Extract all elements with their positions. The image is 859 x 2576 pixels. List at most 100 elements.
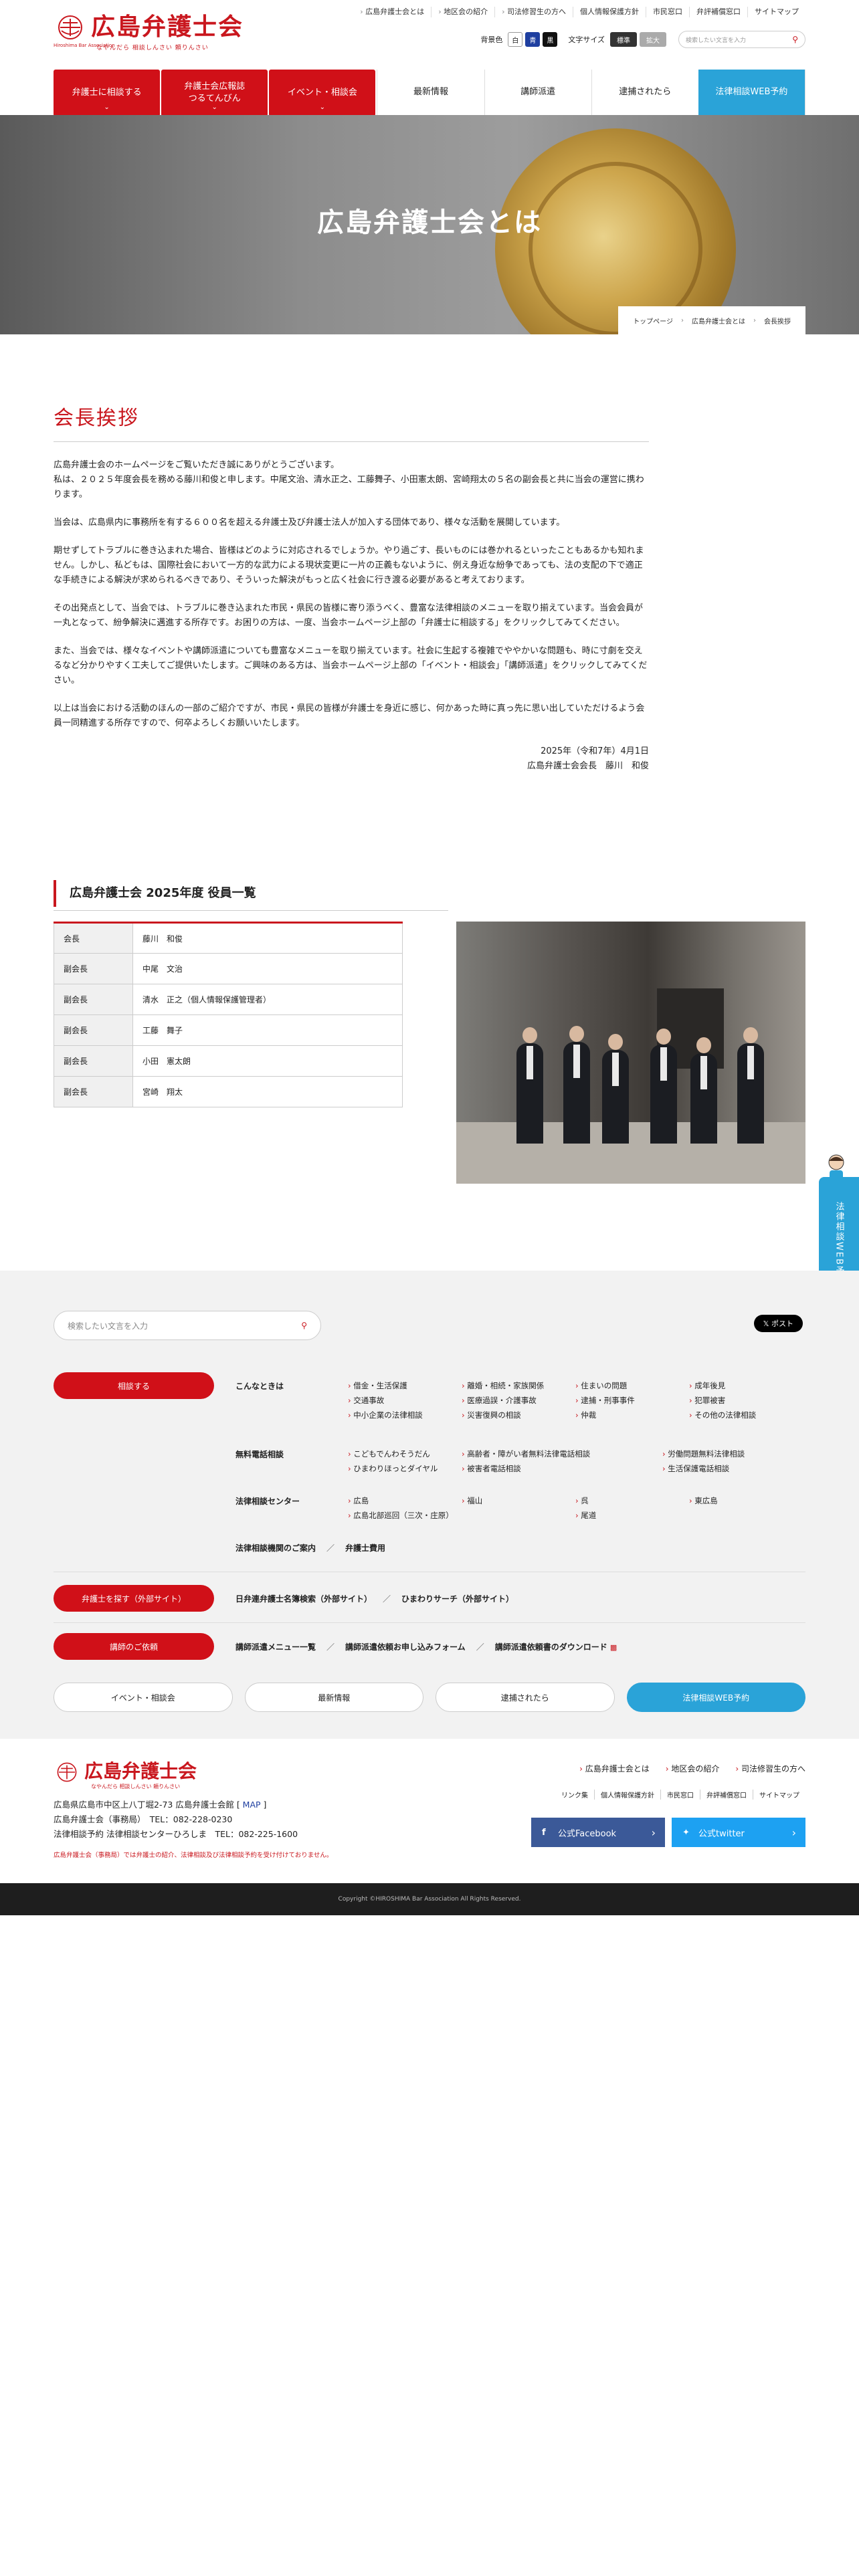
footer-link[interactable]: 犯罪被害: [689, 1395, 803, 1406]
footer-pill-events[interactable]: イベント・相談会: [54, 1683, 233, 1712]
table-row: 副会長 小田 憲太朗: [54, 1045, 403, 1077]
footer-logo[interactable]: 広島弁護士会 なやんだら 相談しんさい 頼りんさい: [54, 1760, 214, 1790]
footer-link[interactable]: 交通事故: [348, 1395, 462, 1406]
footer-pill-web-reservation[interactable]: 法律相談WEB予約: [626, 1683, 805, 1712]
search-icon[interactable]: ⚲: [792, 35, 798, 44]
footer-link[interactable]: 医療過誤・介護事故: [462, 1395, 575, 1406]
footer-link[interactable]: 仲裁: [575, 1410, 689, 1420]
twitter-button[interactable]: ✦ 公式twitter: [672, 1818, 805, 1847]
footer-link[interactable]: 離婚・相続・家族関係: [462, 1380, 575, 1391]
footer-link[interactable]: 東広島: [689, 1495, 803, 1506]
footer-link[interactable]: 地区会の紹介: [666, 1763, 719, 1774]
footer-link[interactable]: 講師派遣依頼書のダウンロード: [495, 1642, 607, 1652]
nav-web-reservation[interactable]: 法律相談WEB予約: [698, 70, 805, 115]
footer-link[interactable]: 広島: [348, 1495, 462, 1506]
footer-link[interactable]: ひまわりほっとダイヤル: [348, 1463, 462, 1474]
footer-link[interactable]: 尾道: [575, 1510, 689, 1521]
font-normal-button[interactable]: 標準: [610, 32, 637, 47]
footer-link[interactable]: サイトマップ: [753, 1790, 805, 1800]
footer-link[interactable]: 法律相談機関のご案内: [235, 1543, 316, 1553]
top-link-trainees[interactable]: 司法修習生の方へ: [494, 7, 573, 17]
breadcrumb-current: 会長挨拶: [764, 318, 791, 326]
officer-name: 清水 正之（個人情報保護管理者）: [132, 984, 403, 1015]
nav-events[interactable]: イベント・相談会 ⌄: [269, 70, 376, 116]
bg-blue-button[interactable]: 青: [525, 32, 541, 47]
map-link[interactable]: MAP: [243, 1800, 261, 1810]
nav-lecturer[interactable]: 講師派遣: [484, 70, 591, 115]
footer-link[interactable]: こどもでんわそうだん: [348, 1448, 462, 1459]
nav-label: 講師派遣: [520, 87, 556, 97]
footer-link[interactable]: ひまわりサーチ（外部サイト）: [401, 1594, 514, 1604]
footer-link[interactable]: 講師派遣メニュー一覧: [235, 1642, 316, 1652]
footer-link[interactable]: 弁護士費用: [345, 1543, 385, 1553]
bg-black-button[interactable]: 黒: [543, 32, 558, 47]
footer-link[interactable]: 福山: [462, 1495, 575, 1506]
nav-magazine[interactable]: 弁護士会広報誌 つるてんびん ⌄: [161, 70, 268, 116]
footer-link[interactable]: 中小企業の法律相談: [348, 1410, 462, 1420]
footer-find-links: 日弁連弁護士名簿検索（外部サイト）／ひまわりサーチ（外部サイト）: [235, 1594, 514, 1604]
footer-pills: イベント・相談会 最新情報 逮捕されたら 法律相談WEB予約: [54, 1683, 805, 1712]
footer-link[interactable]: 広島弁護士会とは: [579, 1763, 650, 1774]
footer-link[interactable]: 講師派遣依頼お申し込みフォーム: [345, 1642, 466, 1652]
footer-find-lawyer-button[interactable]: 弁護士を探す（外部サイト）: [54, 1585, 214, 1612]
footer-link[interactable]: 借金・生活保護: [348, 1380, 462, 1391]
person-figure: [516, 1027, 543, 1144]
footer-link[interactable]: 成年後見: [689, 1380, 803, 1391]
footer-link[interactable]: 被害者電話相談: [462, 1463, 662, 1474]
person-figure: [650, 1029, 677, 1144]
greeting-paragraph: その出発点として、当会では、トラブルに巻き込まれた市民・県民の皆様に寄り添うべく…: [54, 603, 644, 628]
facebook-button[interactable]: f 公式Facebook: [531, 1818, 665, 1847]
search-icon[interactable]: ⚲: [301, 1321, 307, 1330]
nav-news[interactable]: 最新情報: [377, 70, 484, 115]
breadcrumb-home[interactable]: トップページ: [633, 316, 673, 326]
site-logo[interactable]: 広島弁護士会 Hiroshima Bar Association なやんだら 相…: [54, 13, 254, 53]
top-link-sitemap[interactable]: サイトマップ: [747, 7, 805, 17]
top-link-citizen[interactable]: 市民窓口: [646, 7, 689, 17]
header-search-input[interactable]: 検索したい文言を入力 ⚲: [678, 31, 805, 48]
footer-link[interactable]: 生活保護電話相談: [662, 1463, 803, 1474]
table-row: 副会長 工藤 舞子: [54, 1014, 403, 1046]
footer-link[interactable]: 住まいの問題: [575, 1380, 689, 1391]
logo-tagline: なやんだら 相談しんさい 頼りんさい: [96, 45, 209, 51]
footer-search-input[interactable]: 検索したい文言を入力 ⚲: [54, 1311, 321, 1340]
top-link-compensation[interactable]: 弁評補償窓口: [689, 7, 747, 17]
footer-link[interactable]: その他の法律相談: [689, 1410, 803, 1420]
top-link-about[interactable]: 広島弁護士会とは: [353, 7, 431, 17]
officer-role: 会長: [54, 922, 133, 954]
footer-link[interactable]: 呉: [575, 1495, 689, 1506]
table-row: 副会長 宮崎 翔太: [54, 1076, 403, 1107]
font-large-button[interactable]: 拡大: [640, 32, 666, 47]
footer-link[interactable]: 市民窓口: [660, 1790, 700, 1800]
footer-link[interactable]: 司法修習生の方へ: [735, 1763, 805, 1774]
breadcrumb-about[interactable]: 広島弁護士会とは: [692, 316, 745, 326]
footer-link[interactable]: 広島北部巡回（三次・庄原）: [348, 1510, 575, 1521]
footer-cat-when: こんなときは: [235, 1382, 284, 1391]
footer-pill-news[interactable]: 最新情報: [244, 1683, 423, 1712]
top-link-privacy[interactable]: 個人情報保護方針: [573, 7, 646, 17]
footer-lecture-button[interactable]: 講師のご依頼: [54, 1633, 214, 1660]
breadcrumb: トップページ › 広島弁護士会とは › 会長挨拶: [618, 306, 805, 334]
footer-center-more: 法律相談機関のご案内／弁護士費用: [235, 1543, 386, 1553]
footer-link[interactable]: リンク集: [555, 1790, 594, 1800]
bg-white-button[interactable]: 白: [508, 32, 523, 47]
page-title: 広島弁護士会とは: [317, 207, 542, 238]
footer-link[interactable]: 日弁連弁護士名簿検索（外部サイト）: [235, 1594, 372, 1604]
footer-consult-button[interactable]: 相談する: [54, 1372, 214, 1399]
chevron-right-icon: ›: [753, 316, 756, 324]
officer-role: 副会長: [54, 1076, 133, 1107]
footer-link[interactable]: 弁評補償窓口: [700, 1790, 753, 1800]
footer-contact: 広島県広島市中区上八丁堀2-73 広島弁護士会館 [ MAP ] 広島弁護士会（…: [54, 1798, 298, 1842]
top-link-districts[interactable]: 地区会の紹介: [431, 7, 494, 17]
footer-link[interactable]: 逮捕・刑事事件: [575, 1395, 689, 1406]
nav-consult[interactable]: 弁護士に相談する ⌄: [54, 70, 161, 116]
footer-address: 広島県広島市中区上八丁堀2-73 広島弁護士会館: [54, 1800, 234, 1810]
footer-pill-arrested[interactable]: 逮捕されたら: [436, 1683, 615, 1712]
x-post-button[interactable]: 𝕏 ポスト: [753, 1315, 803, 1332]
footer-cat-free: 無料電話相談: [235, 1450, 284, 1459]
footer-link[interactable]: 高齢者・障がい者無料法律電話相談: [462, 1448, 662, 1459]
nav-arrested[interactable]: 逮捕されたら: [591, 70, 698, 115]
footer-link[interactable]: 災害復興の相談: [462, 1410, 575, 1420]
footer-tel1: 広島弁護士会（事務局） TEL：082-228-0230: [54, 1814, 233, 1824]
footer-link[interactable]: 個人情報保護方針: [594, 1790, 660, 1800]
footer-link[interactable]: 労働問題無料法律相談: [662, 1448, 803, 1459]
